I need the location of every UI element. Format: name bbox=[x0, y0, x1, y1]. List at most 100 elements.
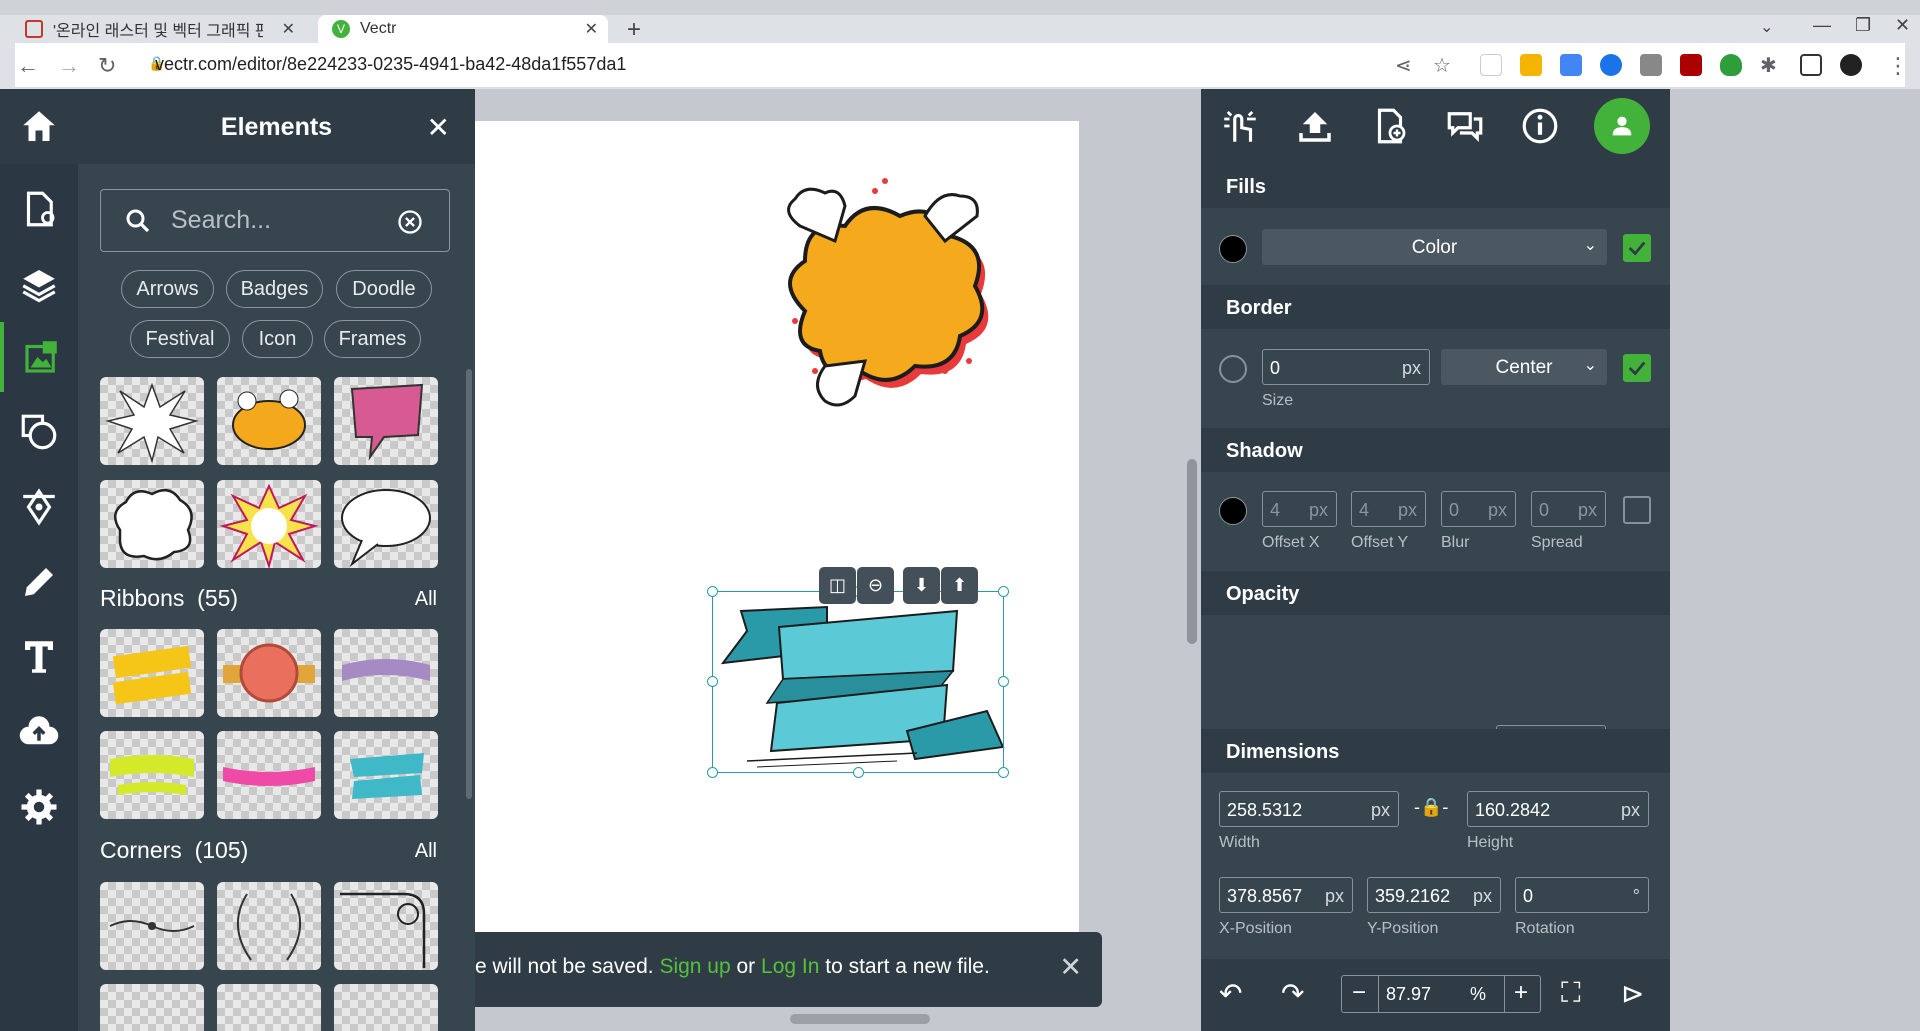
thumb-ribbon-teal[interactable] bbox=[334, 731, 438, 819]
horizontal-scrollbar[interactable] bbox=[790, 1014, 930, 1024]
sign-up-link[interactable]: Sign up bbox=[659, 955, 730, 978]
export-upload-icon[interactable] bbox=[1290, 101, 1340, 151]
panel-scrollbar[interactable] bbox=[466, 369, 472, 799]
restore-icon[interactable]: ❐ bbox=[1855, 15, 1871, 36]
zoom-value[interactable]: 87.97 bbox=[1386, 984, 1431, 1005]
menu-kebab-icon[interactable]: ⋮ bbox=[1887, 53, 1909, 79]
back-icon[interactable]: ← bbox=[17, 53, 39, 79]
fill-enabled-checkbox[interactable] bbox=[1623, 234, 1651, 262]
zoom-in-button[interactable]: + bbox=[1514, 979, 1528, 1007]
flip-vertical-icon[interactable]: ⊖ bbox=[857, 567, 894, 604]
shapes-icon[interactable] bbox=[0, 397, 78, 467]
extension-mail-icon[interactable] bbox=[1640, 54, 1662, 76]
border-enabled-checkbox[interactable] bbox=[1623, 354, 1651, 382]
minimize-icon[interactable]: — bbox=[1813, 15, 1831, 36]
close-icon[interactable]: ✕ bbox=[585, 19, 598, 39]
new-file-icon[interactable] bbox=[0, 174, 78, 244]
corners-all-link[interactable]: All bbox=[415, 840, 437, 863]
tab-search-icon[interactable]: ⌄ bbox=[1760, 17, 1773, 37]
new-tab-button[interactable]: + bbox=[627, 16, 641, 44]
side-panel-icon[interactable] bbox=[1800, 54, 1822, 76]
thumb-burst-white[interactable] bbox=[100, 377, 204, 465]
resize-handle[interactable] bbox=[707, 767, 718, 778]
extension-globe-icon[interactable] bbox=[1600, 54, 1622, 76]
thumb-ribbon-lime[interactable] bbox=[100, 731, 204, 819]
tag-icon[interactable]: Icon bbox=[242, 320, 313, 358]
elements-icon[interactable] bbox=[0, 322, 78, 392]
touch-select-icon[interactable] bbox=[1215, 101, 1265, 151]
home-icon[interactable] bbox=[0, 89, 78, 164]
shadow-spread-field[interactable]: 0 px bbox=[1531, 491, 1606, 527]
extension-cursor-icon[interactable] bbox=[1480, 54, 1502, 76]
text-tool-icon[interactable] bbox=[0, 622, 78, 692]
canvas-area[interactable]: ◫ ⊖ ⬇ ⬆ e will not be saved. Sign up or … bbox=[475, 89, 1201, 1031]
share-icon[interactable]: ⋖ bbox=[1395, 53, 1412, 78]
send-backward-icon[interactable]: ⬇ bbox=[903, 567, 940, 604]
new-document-icon[interactable] bbox=[1365, 101, 1415, 151]
undo-icon[interactable]: ↶ bbox=[1219, 977, 1242, 1010]
thumb-burst-yellow[interactable] bbox=[217, 480, 321, 568]
height-field[interactable]: 160.2842 px bbox=[1467, 791, 1649, 827]
upload-cloud-icon[interactable] bbox=[0, 697, 78, 767]
ribbons-all-link[interactable]: All bbox=[415, 588, 437, 611]
thumb-corner-4[interactable] bbox=[100, 984, 204, 1031]
width-field[interactable]: 258.5312 px bbox=[1219, 791, 1399, 827]
forward-icon[interactable]: → bbox=[58, 53, 80, 79]
aspect-lock-icon[interactable]: -🔒- bbox=[1414, 797, 1448, 818]
extensions-puzzle-icon[interactable]: ✱ bbox=[1760, 53, 1777, 78]
pen-tool-icon[interactable] bbox=[0, 472, 78, 542]
thumb-corner-6[interactable] bbox=[334, 984, 438, 1031]
tag-doodle[interactable]: Doodle bbox=[336, 270, 432, 308]
resize-handle[interactable] bbox=[853, 767, 864, 778]
resize-handle[interactable] bbox=[707, 676, 718, 687]
artboard[interactable] bbox=[475, 121, 1079, 961]
resize-handle[interactable] bbox=[707, 586, 718, 597]
shadow-color-swatch[interactable] bbox=[1219, 497, 1247, 525]
thumb-corner-flourish[interactable] bbox=[100, 882, 204, 970]
log-in-link[interactable]: Log In bbox=[761, 955, 819, 978]
close-icon[interactable]: ✕ bbox=[1059, 952, 1082, 983]
thumb-cloud-orange[interactable] bbox=[217, 377, 321, 465]
border-color-swatch[interactable] bbox=[1219, 355, 1247, 383]
extension-translate-icon[interactable] bbox=[1560, 54, 1582, 76]
border-size-field[interactable]: 0 px bbox=[1262, 349, 1430, 385]
fit-screen-icon[interactable]: ⛶ bbox=[1561, 977, 1581, 1010]
extension-shield-icon[interactable] bbox=[1720, 54, 1742, 76]
shadow-blur-field[interactable]: 0 px bbox=[1441, 491, 1516, 527]
user-account-button[interactable] bbox=[1594, 98, 1650, 154]
reload-icon[interactable]: ↻ bbox=[98, 53, 116, 79]
bring-forward-icon[interactable]: ⬆ bbox=[941, 567, 978, 604]
resize-handle[interactable] bbox=[998, 676, 1009, 687]
shadow-enabled-checkbox[interactable] bbox=[1623, 496, 1651, 524]
shadow-offset-x-field[interactable]: 4 px bbox=[1262, 491, 1337, 527]
comic-cloud-graphic[interactable] bbox=[755, 171, 1015, 421]
fill-color-swatch[interactable] bbox=[1219, 235, 1247, 263]
thumb-ribbon-purple[interactable] bbox=[334, 629, 438, 717]
tab-vectr[interactable]: V Vectr ✕ bbox=[318, 15, 608, 43]
extension-note-icon[interactable] bbox=[1520, 54, 1542, 76]
thumb-speech-pink[interactable] bbox=[334, 377, 438, 465]
thumb-ribbon-badge[interactable] bbox=[217, 629, 321, 717]
fill-type-select[interactable]: Color ⌄ bbox=[1262, 229, 1607, 265]
close-icon[interactable]: ✕ bbox=[427, 111, 450, 144]
rotation-field[interactable]: 0 ° bbox=[1515, 877, 1649, 913]
thumb-ribbon-pink[interactable] bbox=[217, 731, 321, 819]
tab-korean-article[interactable]: '온라인 래스터 및 벡터 그래픽 편 ✕ bbox=[15, 15, 305, 43]
y-position-field[interactable]: 359.2162 px bbox=[1367, 877, 1501, 913]
thumb-corner-swirl[interactable] bbox=[334, 882, 438, 970]
border-position-select[interactable]: Center ⌄ bbox=[1441, 349, 1607, 385]
vertical-scrollbar[interactable] bbox=[1187, 459, 1197, 644]
toggle-panel-icon[interactable]: ⊳ bbox=[1621, 977, 1644, 1010]
thumb-cloud-white[interactable] bbox=[100, 480, 204, 568]
thumb-corner-wreath[interactable] bbox=[217, 882, 321, 970]
layers-icon[interactable] bbox=[0, 249, 78, 319]
tag-festival[interactable]: Festival bbox=[130, 320, 230, 358]
settings-gear-icon[interactable] bbox=[0, 772, 78, 842]
resize-handle[interactable] bbox=[998, 586, 1009, 597]
search-input[interactable]: Search... bbox=[100, 189, 450, 252]
x-position-field[interactable]: 378.8567 px bbox=[1219, 877, 1353, 913]
chat-icon[interactable] bbox=[1440, 101, 1490, 151]
close-icon[interactable]: ✕ bbox=[282, 19, 295, 39]
profile-avatar[interactable] bbox=[1840, 54, 1862, 76]
zoom-out-button[interactable]: − bbox=[1352, 979, 1366, 1007]
